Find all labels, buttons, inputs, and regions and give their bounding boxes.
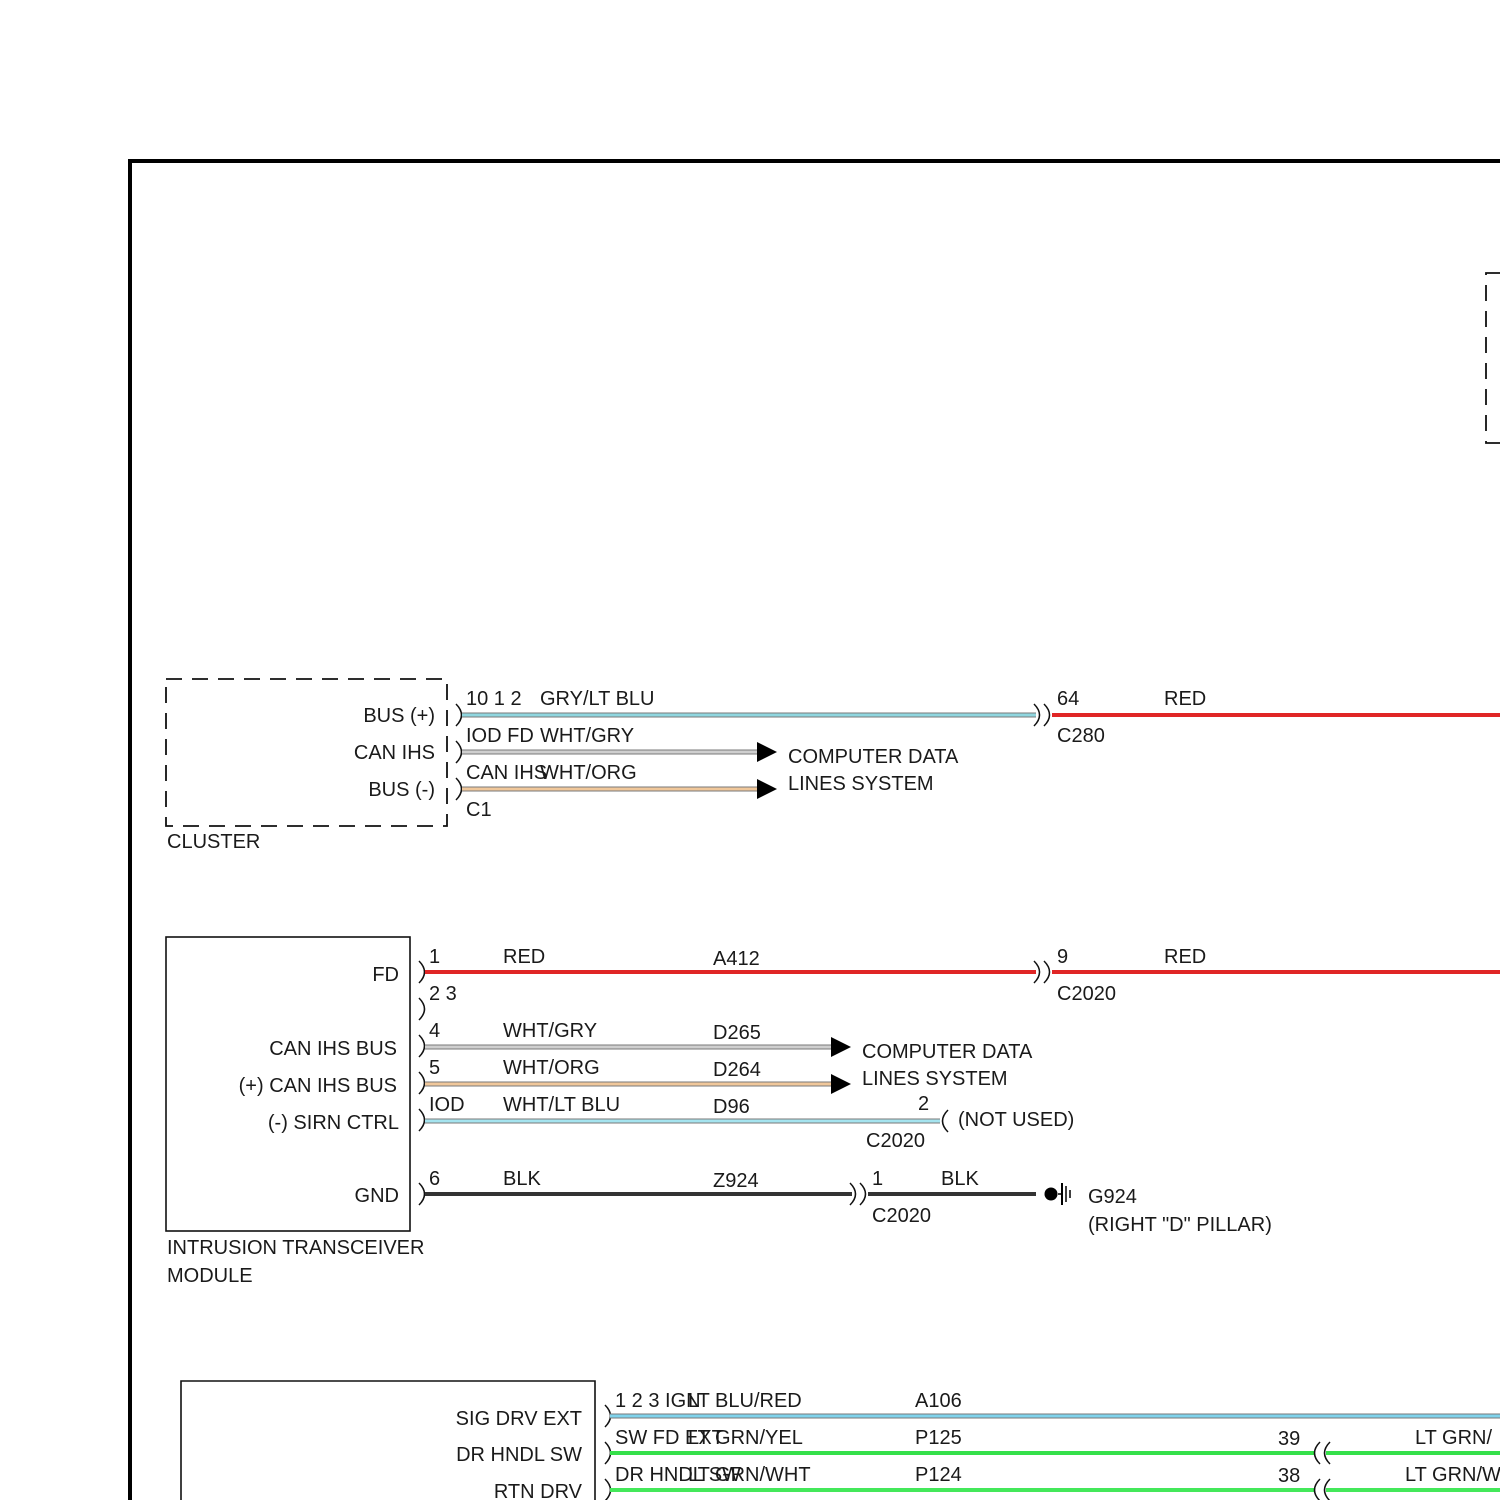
lower-pin-label-1: SIG DRV EXT — [456, 1408, 582, 1430]
wiring-diagram: BUS (+) CAN IHS BUS (-) CLUSTER 10 1 2 G… — [128, 159, 1500, 1500]
c2020-not-used-pin: 2 — [918, 1093, 929, 1115]
cluster-wire-2-color: WHT/GRY — [540, 725, 634, 747]
c280-id: C280 — [1057, 725, 1105, 747]
lower-pin-label-3: RTN DRV — [494, 1481, 583, 1500]
lower-wire-2-right-color: LT GRN/ — [1415, 1427, 1492, 1449]
cluster-connector-3 — [455, 777, 463, 801]
cluster-arrow-1 — [757, 742, 777, 762]
lower-wire-2-inline-pin: 39 — [1278, 1428, 1300, 1450]
c2020-gnd-color: BLK — [941, 1168, 979, 1190]
cluster-pin-label-2: CAN IHS — [354, 742, 435, 764]
itm-wire-5-pin: 5 — [429, 1057, 440, 1079]
cluster-arrow-2 — [757, 779, 777, 799]
lower-wire-3-color: LT GRN/WHT — [688, 1464, 811, 1486]
lower-wire-3-inline-pin: 38 — [1278, 1465, 1300, 1487]
c2020-gnd-id: C2020 — [872, 1205, 931, 1227]
cluster-wire-2-pins: IOD FD — [466, 725, 534, 747]
cluster-connector-1 — [455, 703, 463, 727]
itm-wire-4-color: WHT/GRY — [503, 1020, 597, 1042]
not-used-label: (NOT USED) — [958, 1109, 1074, 1131]
itm-connector-iod — [418, 1108, 426, 1132]
itm-wire-6-pin: 6 — [429, 1168, 440, 1190]
itm-wire-1-color: RED — [503, 946, 545, 968]
c2020-gnd-connector — [849, 1182, 867, 1206]
cluster-connector-2 — [455, 740, 463, 764]
itm-destination-line-1: COMPUTER DATA — [862, 1041, 1033, 1063]
itm-connector-4 — [418, 1034, 426, 1058]
lower-wire-1-color: LT BLU/RED — [688, 1390, 802, 1412]
lower-connector-3 — [604, 1478, 612, 1500]
itm-wire-4-circuit: D265 — [713, 1022, 761, 1044]
itm-pin-label-sirn-ctrl: (-) SIRN CTRL — [268, 1112, 399, 1134]
cluster-name: CLUSTER — [167, 831, 260, 853]
ground-symbol-icon — [1044, 1183, 1071, 1205]
itm-connector-2 — [418, 997, 426, 1021]
lower-connector-2 — [604, 1441, 612, 1465]
lower-wire-2-color: LT GRN/YEL — [688, 1427, 803, 1449]
itm-wire-23-pin: 2 3 — [429, 983, 457, 1005]
cluster-wire-3-pins: CAN IHS — [466, 762, 547, 784]
cluster-destination-line-2: LINES SYSTEM — [788, 773, 934, 795]
itm-arrow-2 — [831, 1074, 851, 1094]
lower-wire-2-circuit: P125 — [915, 1427, 962, 1449]
itm-wire-4-pin: 4 — [429, 1020, 440, 1042]
itm-name-line-1: INTRUSION TRANSCEIVER — [167, 1237, 424, 1259]
c2020-red-color: RED — [1164, 946, 1206, 968]
cluster-destination-line-1: COMPUTER DATA — [788, 746, 959, 768]
c2020-connector-9 — [1033, 960, 1051, 984]
c2020-red-pin: 9 — [1057, 946, 1068, 968]
itm-wire-5-circuit: D264 — [713, 1059, 761, 1081]
cluster-wire-1-pins: 10 1 2 — [466, 688, 522, 710]
itm-destination-line-2: LINES SYSTEM — [862, 1068, 1008, 1090]
itm-pin-label-can-ihs-bus: CAN IHS BUS — [269, 1038, 397, 1060]
c2020-not-used-id: C2020 — [866, 1130, 925, 1152]
lower-pin-label-2: DR HNDL SW — [456, 1444, 582, 1466]
itm-pin-label-gnd: GND — [355, 1185, 399, 1207]
itm-wire-1-circuit: A412 — [713, 948, 760, 970]
itm-wire-6-color: BLK — [503, 1168, 541, 1190]
itm-wire-5-color: WHT/ORG — [503, 1057, 600, 1079]
cluster-section: BUS (+) CAN IHS BUS (-) CLUSTER 10 1 2 G… — [165, 678, 1500, 853]
itm-connector-6 — [418, 1182, 426, 1206]
offpage-component-outline — [1485, 272, 1500, 444]
c280-color: RED — [1164, 688, 1206, 710]
cluster-connector-id: C1 — [466, 799, 492, 821]
itm-wire-iod-pin: IOD — [429, 1094, 465, 1116]
itm-connector-1 — [418, 960, 426, 984]
itm-arrow-1 — [831, 1037, 851, 1057]
itm-section: FD CAN IHS BUS (+) CAN IHS BUS (-) SIRN … — [165, 936, 1500, 1287]
lower-connector-1 — [604, 1404, 612, 1428]
lower-wire-1-circuit: A106 — [915, 1390, 962, 1412]
itm-pin-label-fd: FD — [372, 964, 399, 986]
c280-pin: 64 — [1057, 688, 1079, 710]
lower-wire-3-circuit: P124 — [915, 1464, 962, 1486]
itm-wire-iod-color: WHT/LT BLU — [503, 1094, 620, 1116]
cluster-wire-3-color: WHT/ORG — [540, 762, 637, 784]
c2020-gnd-pin: 1 — [872, 1168, 883, 1190]
itm-wire-6-circuit: Z924 — [713, 1170, 759, 1192]
itm-pin-label-can-ihs-bus-plus: (+) CAN IHS BUS — [239, 1075, 397, 1097]
c2020-not-used-connector — [941, 1109, 949, 1133]
cluster-pin-label-1: BUS (+) — [363, 705, 435, 727]
c2020-red-id: C2020 — [1057, 983, 1116, 1005]
ground-id: G924 — [1088, 1186, 1137, 1208]
page-frame — [128, 159, 1500, 1500]
cluster-wire-1-color: GRY/LT BLU — [540, 688, 655, 710]
c280-connector — [1033, 703, 1051, 727]
cluster-pin-label-3: BUS (-) — [368, 779, 435, 801]
ground-location: (RIGHT "D" PILLAR) — [1088, 1214, 1272, 1236]
itm-connector-5 — [418, 1071, 426, 1095]
lower-module-section: SIG DRV EXT DR HNDL SW RTN DRV 1 2 3 IGN… — [180, 1380, 1500, 1500]
itm-wire-iod-circuit: D96 — [713, 1096, 750, 1118]
itm-wire-1-pin: 1 — [429, 946, 440, 968]
itm-name-line-2: MODULE — [167, 1265, 253, 1287]
lower-wire-3-right-color: LT GRN/W — [1405, 1464, 1500, 1486]
